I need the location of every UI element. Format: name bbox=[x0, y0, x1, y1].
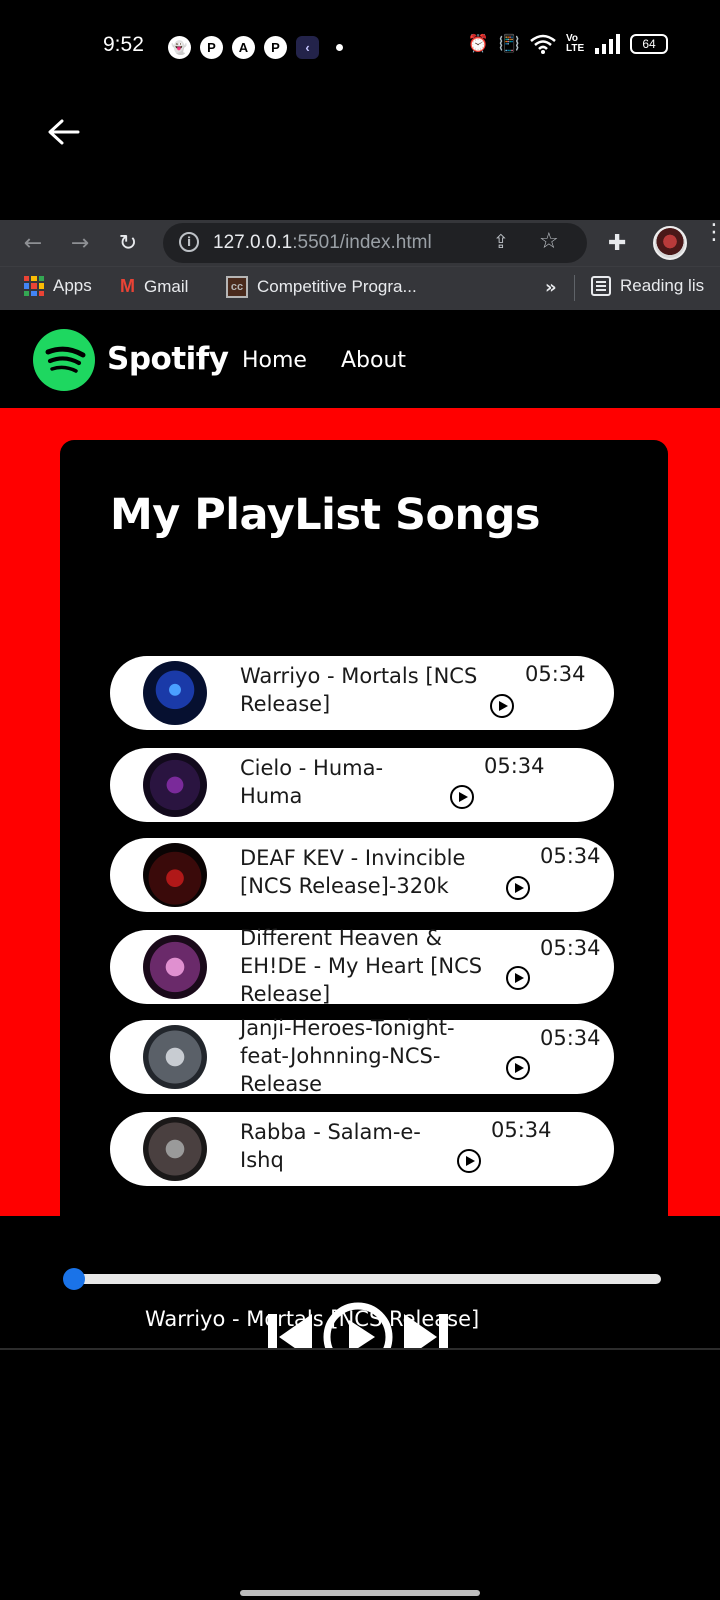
play-circle-icon[interactable] bbox=[506, 1056, 530, 1080]
playlist-card: My PlayList Songs Warriyo - Mortals [NCS… bbox=[60, 440, 668, 1230]
address-bar[interactable]: i 127.0.0.1:5501/index.html ⇪ ☆ bbox=[163, 223, 587, 263]
bookmarks-divider bbox=[574, 275, 575, 301]
play-circle-icon[interactable] bbox=[506, 966, 530, 990]
site-navbar: Spotify Home About bbox=[0, 310, 720, 408]
url-path: :5501/index.html bbox=[292, 232, 432, 253]
song-duration: 05:34 bbox=[540, 844, 601, 868]
home-indicator[interactable] bbox=[240, 1590, 480, 1596]
play-circle-icon[interactable] bbox=[506, 876, 530, 900]
song-cover bbox=[143, 843, 207, 907]
page-bottom-border bbox=[0, 1348, 720, 1350]
song-title: Cielo - Huma-Huma bbox=[240, 756, 384, 808]
browser-forward-icon[interactable]: → bbox=[65, 228, 95, 258]
song-cover bbox=[143, 753, 207, 817]
gmail-icon: M bbox=[120, 276, 135, 296]
bookmark-gmail[interactable]: M Gmail bbox=[120, 276, 188, 297]
bookmark-label: Competitive Progra... bbox=[257, 277, 417, 296]
browser-menu-icon[interactable]: ⋮ bbox=[703, 222, 720, 244]
song-title: DEAF KEV - Invincible [NCS Release]-320k bbox=[240, 846, 466, 898]
reading-list-icon bbox=[591, 276, 611, 296]
song-duration: 05:34 bbox=[540, 936, 601, 960]
song-item[interactable]: Rabba - Salam-e-Ishq 05:34 bbox=[110, 1112, 614, 1186]
song-item[interactable]: DEAF KEV - Invincible [NCS Release]-320k… bbox=[110, 838, 614, 912]
url-text[interactable]: 127.0.0.1:5501/index.html bbox=[213, 232, 432, 254]
song-duration: 05:34 bbox=[484, 754, 545, 778]
acrobat-icon: A bbox=[232, 36, 255, 59]
play-circle-icon[interactable] bbox=[450, 785, 474, 809]
nav-home-link[interactable]: Home bbox=[242, 348, 307, 373]
pinterest-icon: P bbox=[264, 36, 287, 59]
song-cover bbox=[143, 1117, 207, 1181]
player-controls bbox=[266, 1302, 450, 1350]
brand-name[interactable]: Spotify bbox=[107, 341, 229, 377]
page-title: My PlayList Songs bbox=[110, 490, 541, 540]
play-circle-icon[interactable] bbox=[490, 694, 514, 718]
share-icon[interactable]: ⇪ bbox=[493, 231, 509, 253]
play-circle-icon[interactable] bbox=[457, 1149, 481, 1173]
next-track-icon[interactable] bbox=[402, 1312, 450, 1350]
nav-about-link[interactable]: About bbox=[341, 348, 406, 373]
song-cover bbox=[143, 1025, 207, 1089]
song-item[interactable]: Different Heaven & EH!DE - My Heart [NCS… bbox=[110, 926, 614, 1006]
song-title: Warriyo - Mortals [NCS Release] bbox=[240, 664, 478, 716]
song-title: Rabba - Salam-e-Ishq bbox=[240, 1120, 421, 1172]
reading-list-button[interactable]: Reading lis bbox=[591, 276, 704, 296]
song-item[interactable]: Cielo - Huma-Huma 05:34 bbox=[110, 748, 614, 822]
signal-icon bbox=[595, 34, 620, 54]
bookmark-apps[interactable]: Apps bbox=[24, 276, 92, 296]
alarm-icon: ⏰ bbox=[467, 34, 489, 54]
bottom-player: Warriyo - Mortals [NCS Release] bbox=[0, 1232, 720, 1350]
url-host: 127.0.0.1 bbox=[213, 232, 293, 253]
extensions-puzzle-icon[interactable]: ✚ bbox=[608, 231, 626, 256]
bookmark-label: Apps bbox=[53, 276, 92, 295]
wifi-icon bbox=[530, 34, 556, 54]
song-item[interactable]: Janji-Heroes-Tonight-feat-Johnning-NCS-R… bbox=[110, 1016, 614, 1096]
bookmark-competitive-programming[interactable]: cc Competitive Progra... bbox=[226, 276, 417, 298]
notification-icons: 👻 P A P ‹ bbox=[168, 36, 343, 59]
back-arrow-icon[interactable] bbox=[44, 112, 84, 152]
progress-bar[interactable] bbox=[73, 1274, 661, 1284]
battery-icon: 64 bbox=[630, 34, 668, 54]
more-notifications-dot bbox=[336, 44, 343, 51]
play-icon[interactable] bbox=[322, 1301, 394, 1350]
song-item[interactable]: Warriyo - Mortals [NCS Release] 05:34 bbox=[110, 656, 614, 730]
progress-thumb[interactable] bbox=[63, 1268, 85, 1290]
bookmark-star-icon[interactable]: ☆ bbox=[539, 229, 559, 254]
song-title: Different Heaven & EH!DE - My Heart [NCS… bbox=[240, 926, 483, 1006]
apps-grid-icon bbox=[24, 276, 44, 296]
more-bookmarks-button[interactable]: » bbox=[545, 277, 557, 298]
snapchat-icon: 👻 bbox=[168, 36, 191, 59]
system-icons: ⏰ 📳 Vo LTE 64 bbox=[468, 34, 668, 54]
status-bar: 9:52 👻 P A P ‹ ⏰ 📳 Vo LTE 64 bbox=[0, 0, 720, 96]
pinterest-icon: P bbox=[200, 36, 223, 59]
web-page: Spotify Home About My PlayList Songs War… bbox=[0, 310, 720, 1350]
profile-avatar[interactable] bbox=[653, 226, 687, 260]
bookmark-label: Gmail bbox=[144, 276, 189, 296]
vibrate-icon: 📳 bbox=[498, 34, 520, 54]
volte-icon: Vo LTE bbox=[566, 33, 585, 54]
song-duration: 05:34 bbox=[525, 662, 586, 686]
status-time: 9:52 bbox=[103, 33, 144, 56]
song-title: Janji-Heroes-Tonight-feat-Johnning-NCS-R… bbox=[240, 1016, 455, 1096]
spotify-logo-icon[interactable] bbox=[33, 329, 95, 391]
site-info-icon[interactable]: i bbox=[179, 232, 199, 252]
song-cover bbox=[143, 935, 207, 999]
bookmarks-bar: Apps M Gmail cc Competitive Progra... » … bbox=[0, 266, 720, 310]
song-cover bbox=[143, 661, 207, 725]
previous-track-icon[interactable] bbox=[266, 1312, 314, 1350]
song-duration: 05:34 bbox=[540, 1026, 601, 1050]
cc-icon: cc bbox=[226, 276, 248, 298]
browser-back-icon[interactable]: ← bbox=[18, 228, 48, 258]
back-app-icon: ‹ bbox=[296, 36, 319, 59]
reading-list-label: Reading lis bbox=[620, 276, 705, 295]
song-duration: 05:34 bbox=[491, 1118, 552, 1142]
reload-icon[interactable]: ↻ bbox=[113, 228, 143, 258]
